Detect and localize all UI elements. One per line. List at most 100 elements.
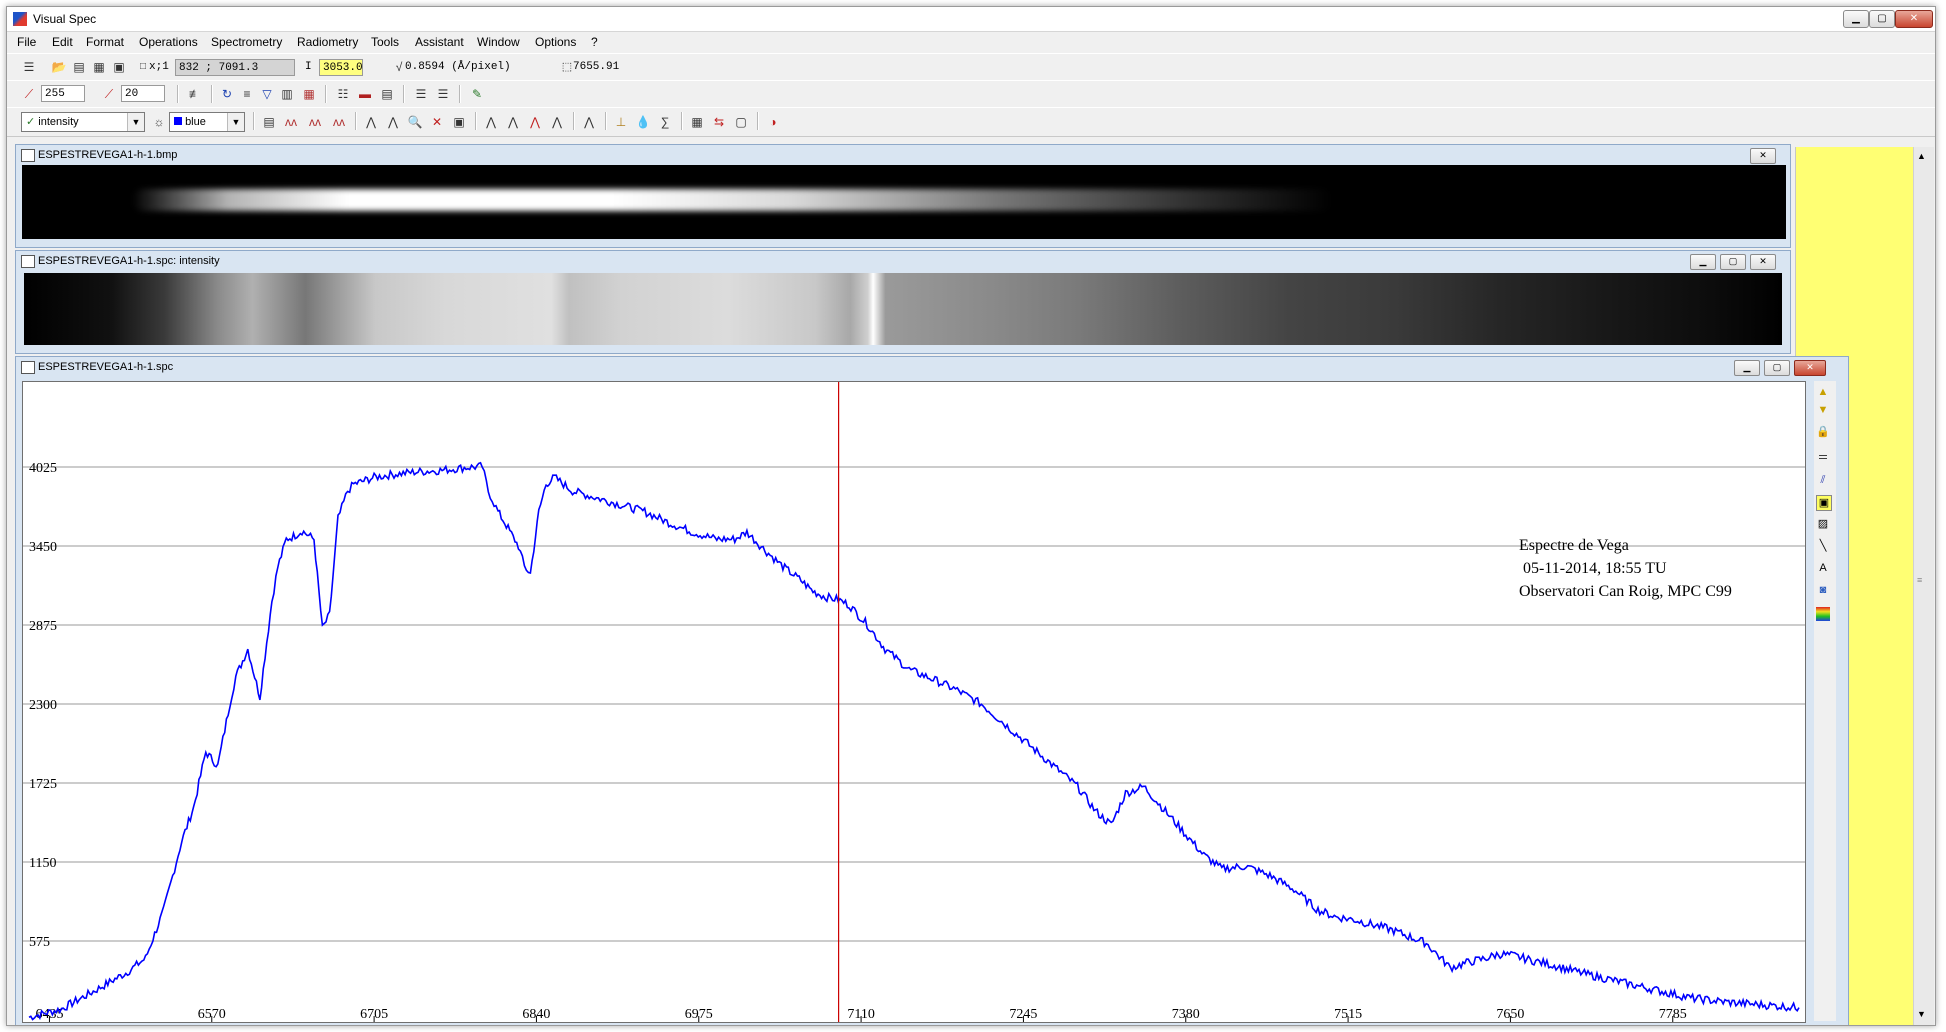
graph-window[interactable]: ESPESTREVEGA1-h-1.spc ▁ ▢ ✕ 575 1150 1725 2… xyxy=(15,356,1849,1025)
window-icon[interactable]: ▣ xyxy=(451,114,467,130)
stack-icon[interactable]: ☰ xyxy=(21,59,37,75)
text-tool-icon[interactable]: A xyxy=(1816,561,1830,575)
highlight-icon[interactable]: ▣ xyxy=(1816,495,1832,511)
scroll-grip-icon[interactable]: ≡ xyxy=(1917,575,1922,585)
bar-icon[interactable]: ▬ xyxy=(357,86,373,102)
spectrum-c-icon[interactable]: ʌʌ xyxy=(331,114,347,130)
save-icon[interactable]: ▣ xyxy=(111,59,127,75)
drop-icon[interactable]: 💧 xyxy=(635,114,651,130)
x-tick-label: 7650 xyxy=(1496,1007,1524,1022)
continuum-icon[interactable]: ⋀ xyxy=(527,114,543,130)
lock-icon[interactable]: 🔒 xyxy=(1816,425,1830,439)
app-window: Visual Spec ▁ ▢ ✕ File Edit Format Opera… xyxy=(6,6,1936,1026)
strip-close-button[interactable]: ✕ xyxy=(1750,254,1776,270)
chevron-down-icon[interactable]: ▼ xyxy=(127,113,144,131)
equals-icon[interactable]: ＝ xyxy=(1816,451,1830,465)
new-file-icon[interactable]: ▦ xyxy=(91,59,107,75)
threshold-low-input[interactable]: 20 xyxy=(121,85,165,102)
hatch-icon[interactable]: ▨ xyxy=(1816,517,1830,531)
menu-options[interactable]: Options xyxy=(535,35,576,49)
peak-icon[interactable]: ⋀ xyxy=(363,114,379,130)
camera-icon[interactable]: ◙ xyxy=(1816,583,1830,597)
merge-icon[interactable]: ⇆ xyxy=(711,114,727,130)
chevron-down-icon[interactable]: ▼ xyxy=(227,113,244,131)
spectrum-image[interactable] xyxy=(22,165,1786,239)
image-window[interactable]: ESPESTREVEGA1-h-1.bmp ✕ xyxy=(15,144,1791,248)
open-folder-icon[interactable]: 📂 xyxy=(51,59,67,75)
sigma-icon[interactable]: ∑ xyxy=(657,114,673,130)
tool-icon[interactable]: ✎ xyxy=(469,86,485,102)
magnifier-icon[interactable]: 🔍 xyxy=(407,114,423,130)
graph-minimize-button[interactable]: ▁ xyxy=(1734,360,1760,376)
line-id-icon[interactable]: ⋀ xyxy=(483,114,499,130)
threshold-high-input[interactable]: 255 xyxy=(41,85,85,102)
smooth-icon[interactable]: ⋀ xyxy=(581,114,597,130)
strip-maximize-button[interactable]: ▢ xyxy=(1720,254,1746,270)
open-image-icon[interactable]: ▤ xyxy=(71,59,87,75)
profile-icon[interactable]: ☷ xyxy=(335,86,351,102)
triangle-icon[interactable]: ▽ xyxy=(259,86,275,102)
graph-plot-area[interactable]: 575 1150 1725 2300 2875 3450 4025 6435 6570 6705 6… xyxy=(22,381,1806,1023)
scroll-up-icon[interactable]: ▲ xyxy=(1917,151,1926,161)
rotate-icon[interactable]: ↻ xyxy=(219,86,235,102)
peak-add-icon[interactable]: ⋀ xyxy=(385,114,401,130)
maximize-button[interactable]: ▢ xyxy=(1869,10,1895,28)
menu-radiometry[interactable]: Radiometry xyxy=(297,35,358,49)
graph-close-button[interactable]: ✕ xyxy=(1794,360,1826,376)
arrow-up-icon[interactable]: ▲ xyxy=(1816,385,1830,399)
frame-icon[interactable]: ▢ xyxy=(733,114,749,130)
scroll-down-icon[interactable]: ▼ xyxy=(1917,1009,1926,1019)
color-select-value: blue xyxy=(185,116,206,128)
image-window-close-button[interactable]: ✕ xyxy=(1750,148,1776,164)
sun-icon[interactable]: ☼ xyxy=(151,114,167,130)
menu-help[interactable]: ? xyxy=(591,35,598,49)
color-select[interactable]: blue ▼ xyxy=(169,112,245,132)
line-fit-icon[interactable]: ⋀ xyxy=(505,114,521,130)
baseline-icon[interactable]: ⊥ xyxy=(613,114,629,130)
y-tick-label: 4025 xyxy=(29,461,57,476)
grid-icon[interactable]: ▦ xyxy=(301,86,317,102)
toolbar-main: ☰ 📂 ▤ ▦ ▣ □ x;1 832 ; 7091.3 I 3053.0 √ … xyxy=(7,53,1935,81)
vertical-scrollbar[interactable]: ▲ ≡ ▼ xyxy=(1913,147,1934,1025)
close-button[interactable]: ✕ xyxy=(1895,10,1933,28)
menu-spectrometry[interactable]: Spectrometry xyxy=(211,35,282,49)
table-icon[interactable]: ▦ xyxy=(689,114,705,130)
menu-format[interactable]: Format xyxy=(86,35,124,49)
annotation-line: Espectre de Vega xyxy=(1519,537,1629,554)
spectrum-a-icon[interactable]: ʌʌ xyxy=(283,114,299,130)
arrow-down-icon[interactable]: ▼ xyxy=(1816,403,1830,417)
spectrum-strip-image[interactable] xyxy=(24,273,1782,345)
spectrum-strip-window[interactable]: ESPESTREVEGA1-h-1.spc: intensity ▁ ▢ ✕ xyxy=(15,250,1791,354)
flat-icon[interactable]: ▤ xyxy=(379,86,395,102)
spectrum-chart[interactable]: 575 1150 1725 2300 2875 3450 4025 6435 6570 6705 6… xyxy=(23,382,1805,1022)
graph-window-title: ESPESTREVEGA1-h-1.spc xyxy=(38,361,174,373)
profile-select[interactable]: ✓ intensity ▼ xyxy=(21,112,145,132)
record-icon[interactable]: ◑ xyxy=(765,114,781,130)
threshold-low-icon[interactable]: ⟋ xyxy=(101,86,117,102)
lines-icon[interactable]: ≡ xyxy=(239,86,255,102)
rainbow-icon[interactable] xyxy=(1816,607,1830,621)
spectrum-b-icon[interactable]: ʌʌ xyxy=(307,114,323,130)
menu-tools[interactable]: Tools xyxy=(371,35,399,49)
chart-icon[interactable]: ⫽ xyxy=(1816,473,1830,487)
threshold-high-icon[interactable]: ⟋ xyxy=(21,86,37,102)
toolbar-spectrum: ✓ intensity ▼ ☼ blue ▼ ▤ ʌʌ ʌʌ ʌʌ ⋀ ⋀ 🔍 … xyxy=(7,107,1935,137)
graph-maximize-button[interactable]: ▢ xyxy=(1764,360,1790,376)
menu-assistant[interactable]: Assistant xyxy=(415,35,464,49)
menu-edit[interactable]: Edit xyxy=(52,35,73,49)
color-swatch xyxy=(174,117,182,125)
x-tick-label: 7785 xyxy=(1659,1007,1687,1022)
menu-window[interactable]: Window xyxy=(477,35,520,49)
delete-icon[interactable]: ✕ xyxy=(429,114,445,130)
minimize-button[interactable]: ▁ xyxy=(1843,10,1869,28)
menu-file[interactable]: File xyxy=(17,35,36,49)
line-tool-icon[interactable]: ╲ xyxy=(1816,539,1830,553)
filter-icon[interactable]: ≢ xyxy=(187,86,203,102)
sum-icon[interactable]: ☰ xyxy=(413,86,429,102)
calibration-icon[interactable]: ▤ xyxy=(261,114,277,130)
normalize-icon[interactable]: ⋀ xyxy=(549,114,565,130)
binning-icon[interactable]: ▥ xyxy=(279,86,295,102)
menu-operations[interactable]: Operations xyxy=(139,35,198,49)
strip-minimize-button[interactable]: ▁ xyxy=(1690,254,1716,270)
median-icon[interactable]: ☰ xyxy=(435,86,451,102)
